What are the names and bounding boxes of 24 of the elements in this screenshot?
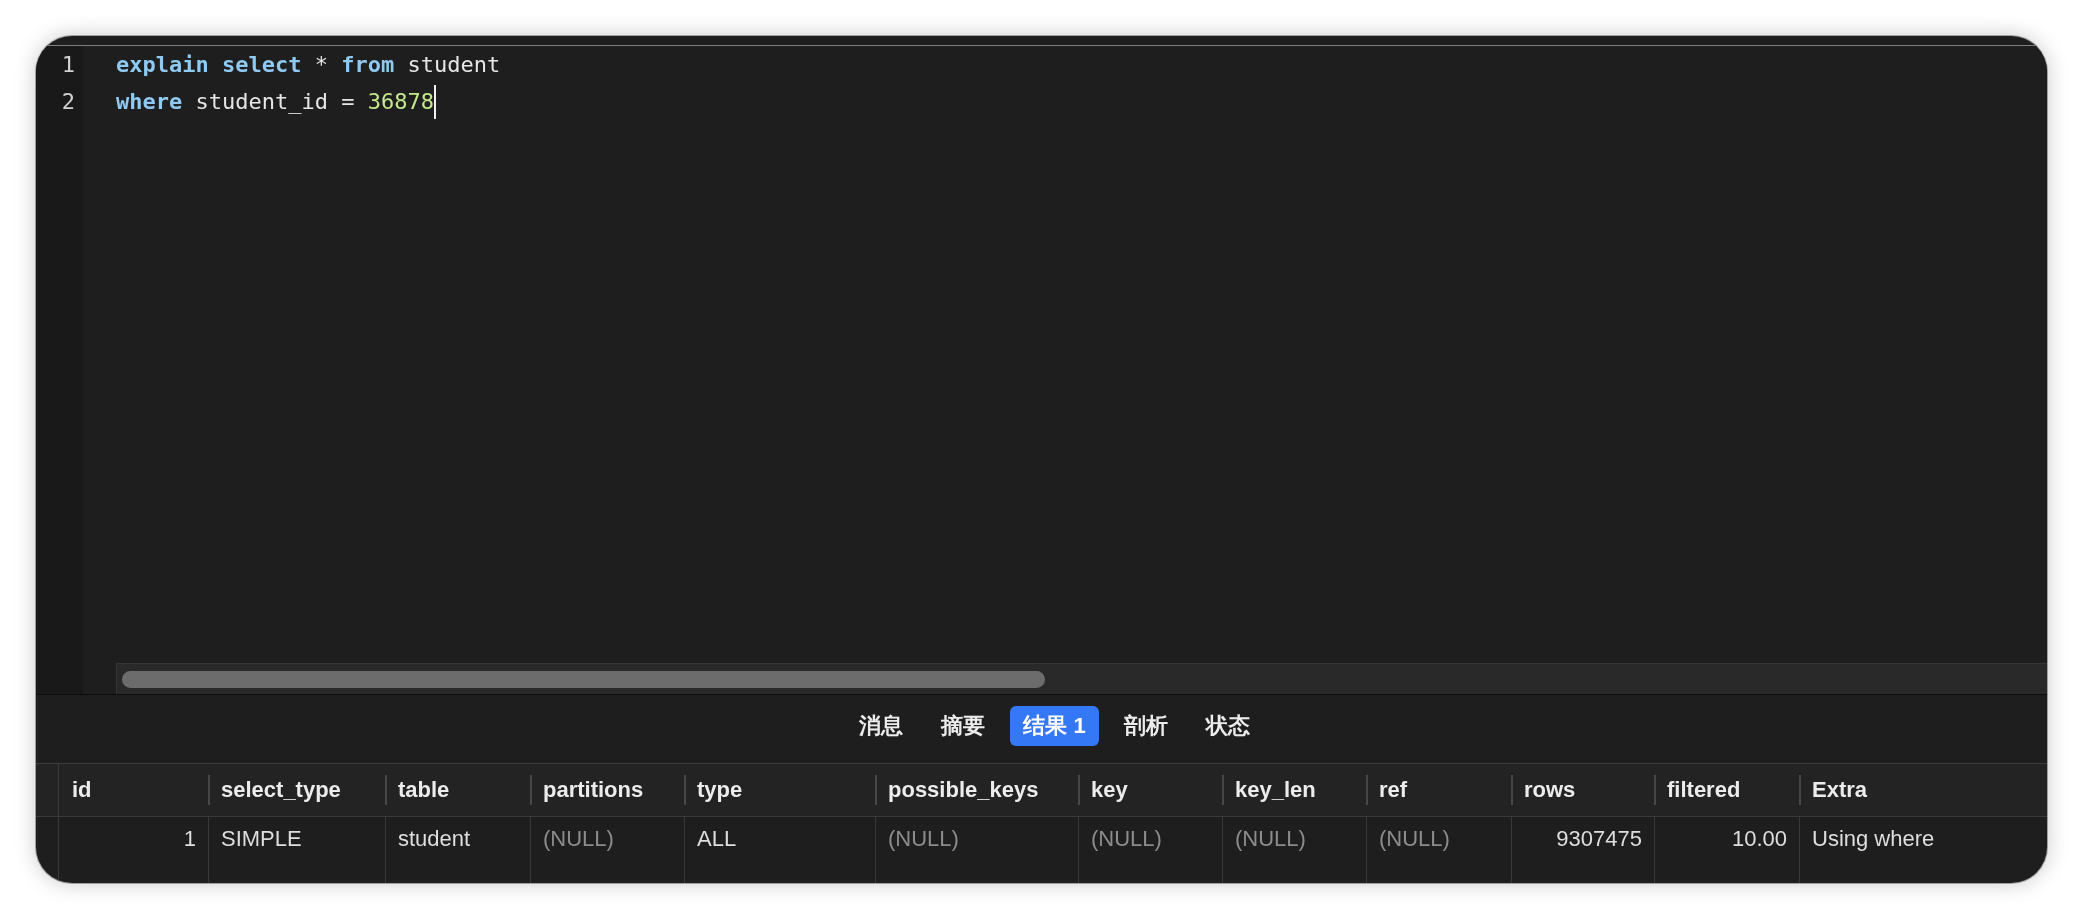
scrollbar-thumb[interactable] (122, 670, 1045, 688)
result-tab[interactable]: 摘要 (928, 706, 999, 746)
code-line: where student_id = 36878 (116, 88, 434, 116)
column-header[interactable]: id (59, 764, 208, 816)
line-number: 2 (61, 88, 75, 116)
result-tab[interactable]: 剖析 (1110, 706, 1181, 746)
table-cell: (NULL) (530, 817, 684, 883)
table-cell: (NULL) (1366, 817, 1511, 883)
table-cell: ALL (684, 817, 875, 883)
table-cell: student (385, 817, 530, 883)
table-cell: Using where (1799, 817, 2047, 883)
table-cell: (NULL) (875, 817, 1078, 883)
line-number: 1 (61, 51, 75, 79)
table-cell: SIMPLE (208, 817, 385, 883)
table-cell: 9307475 (1511, 817, 1654, 883)
table-cell: 10.00 (1654, 817, 1799, 883)
table-cell-text: 1 (182, 825, 197, 853)
scrollbar-track[interactable] (116, 663, 2047, 694)
result-tab[interactable]: 状态 (1192, 706, 1263, 746)
result-tab[interactable]: 结果 1 (1010, 706, 1099, 746)
table-cell: (NULL) (1078, 817, 1222, 883)
code-line: explain select * from student (116, 51, 501, 79)
table-cell: (NULL) (1222, 817, 1366, 883)
result-tab[interactable]: 消息 (846, 706, 917, 746)
